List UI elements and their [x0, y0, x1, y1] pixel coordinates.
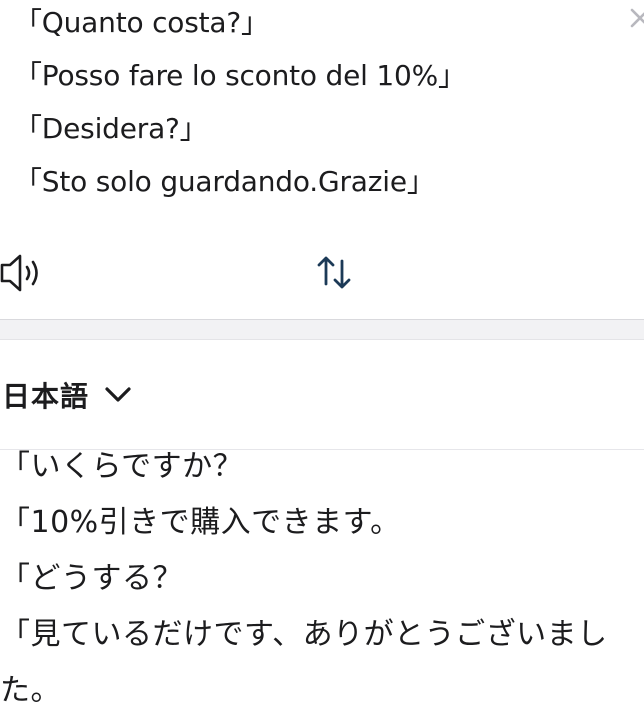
- translated-line: 「見ているだけです、ありがとうございました。: [0, 617, 608, 708]
- section-divider: [0, 319, 644, 340]
- chevron-down-icon: [105, 387, 131, 402]
- translated-line: 「いくらですか？: [0, 449, 244, 484]
- source-line: 「Sto solo guardando.Grazie」: [14, 165, 435, 198]
- source-line: 「Desidera?」: [14, 112, 208, 145]
- close-icon[interactable]: [626, 4, 644, 32]
- translated-text-lines: 「いくらですか？ 「10%引きで購入できます。 「どうする？ 「見ているだけです…: [0, 439, 644, 719]
- swap-arrows-icon[interactable]: [312, 252, 358, 294]
- target-language-label: 日本語: [2, 380, 90, 413]
- source-line: 「Quanto costa?」: [14, 6, 269, 39]
- translated-line: 「10%引きで購入できます。: [0, 505, 401, 540]
- source-line: 「Posso fare lo sconto del 10%」: [14, 59, 466, 92]
- translated-line: 「どうする？: [0, 561, 183, 596]
- source-text-panel: 「Quanto costa?」 「Posso fare lo sconto de…: [0, 0, 644, 320]
- target-language-selector[interactable]: 日本語: [2, 374, 133, 416]
- speaker-icon[interactable]: [0, 250, 50, 296]
- source-text-lines: 「Quanto costa?」 「Posso fare lo sconto de…: [14, 0, 466, 208]
